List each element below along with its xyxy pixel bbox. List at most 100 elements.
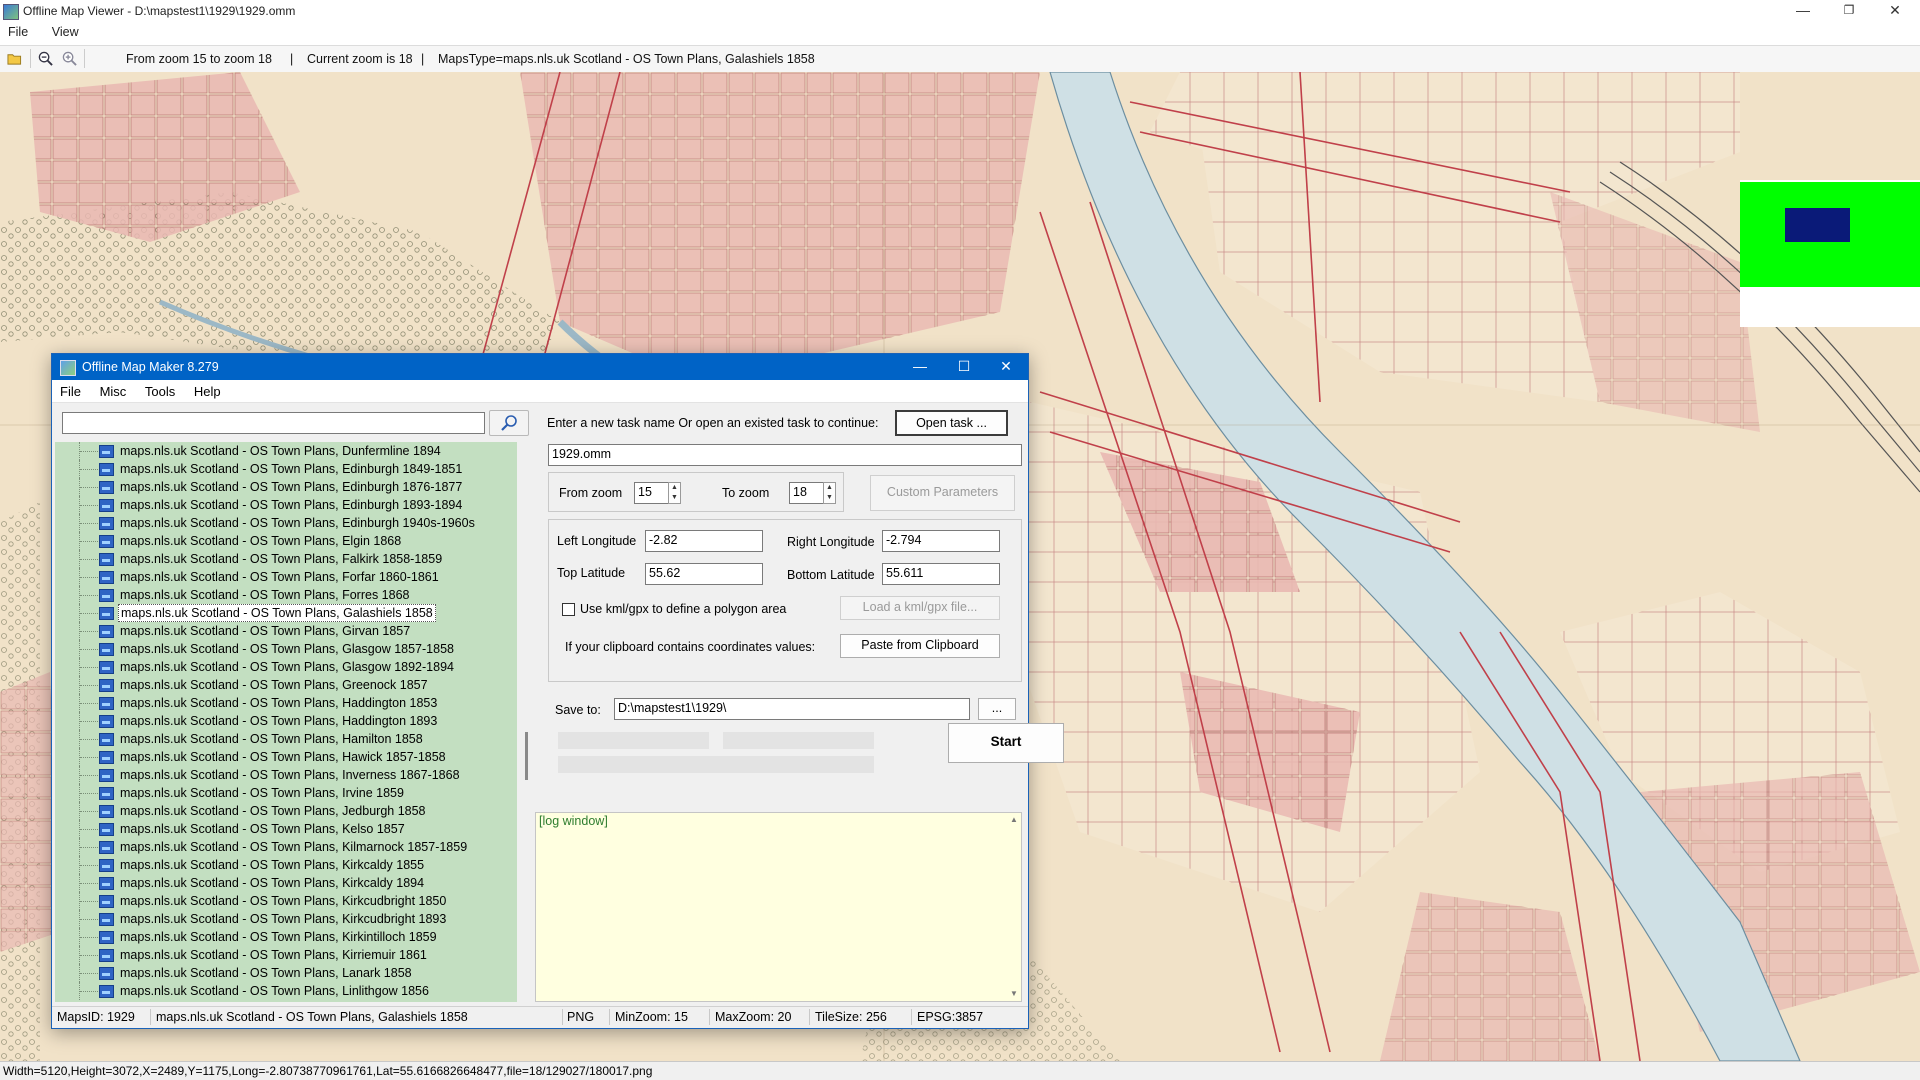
- dialog-title-bar[interactable]: Offline Map Maker 8.279 — ☐ ✕: [52, 354, 1028, 380]
- from-zoom-label: From zoom: [559, 486, 623, 500]
- tree-item[interactable]: maps.nls.uk Scotland - OS Town Plans, Ki…: [55, 838, 517, 856]
- tree-item-label: maps.nls.uk Scotland - OS Town Plans, Ga…: [118, 604, 436, 622]
- tree-item[interactable]: maps.nls.uk Scotland - OS Town Plans, Ha…: [55, 748, 517, 766]
- from-zoom-spinner[interactable]: ▲ ▼: [668, 482, 681, 504]
- tree-item[interactable]: maps.nls.uk Scotland - OS Town Plans, Ed…: [55, 478, 517, 496]
- tree-item[interactable]: maps.nls.uk Scotland - OS Town Plans, La…: [55, 964, 517, 982]
- maps-tree[interactable]: maps.nls.uk Scotland - OS Town Plans, Du…: [55, 442, 517, 1002]
- spin-up-icon[interactable]: ▲: [824, 483, 835, 493]
- scroll-up-icon[interactable]: ▲: [1009, 815, 1019, 825]
- tree-item[interactable]: maps.nls.uk Scotland - OS Town Plans, Fo…: [55, 586, 517, 604]
- tree-item[interactable]: maps.nls.uk Scotland - OS Town Plans, Ha…: [55, 712, 517, 730]
- tree-item[interactable]: maps.nls.uk Scotland - OS Town Plans, Fo…: [55, 568, 517, 586]
- search-button[interactable]: [489, 410, 529, 436]
- save-to-input[interactable]: D:\mapstest1\1929\: [614, 698, 970, 720]
- open-task-button[interactable]: Open task ...: [895, 410, 1008, 436]
- tree-item[interactable]: maps.nls.uk Scotland - OS Town Plans, Gr…: [55, 676, 517, 694]
- map-source-icon: [99, 589, 114, 602]
- tree-item[interactable]: maps.nls.uk Scotland - OS Town Plans, Fa…: [55, 550, 517, 568]
- tree-item[interactable]: maps.nls.uk Scotland - OS Town Plans, Li…: [55, 982, 517, 1000]
- kml-checkbox[interactable]: [562, 603, 575, 616]
- tree-item[interactable]: maps.nls.uk Scotland - OS Town Plans, Ed…: [55, 460, 517, 478]
- tree-item[interactable]: maps.nls.uk Scotland - OS Town Plans, Gi…: [55, 622, 517, 640]
- custom-parameters-button[interactable]: Custom Parameters: [870, 475, 1015, 511]
- spin-down-icon[interactable]: ▼: [824, 493, 835, 503]
- tree-item[interactable]: maps.nls.uk Scotland - OS Town Plans, Du…: [55, 442, 517, 460]
- close-button[interactable]: ✕: [1872, 0, 1918, 22]
- tree-item[interactable]: maps.nls.uk Scotland - OS Town Plans, Ki…: [55, 910, 517, 928]
- dialog-menu-tools[interactable]: Tools: [130, 380, 175, 399]
- map-source-icon: [99, 715, 114, 728]
- tree-item-label: maps.nls.uk Scotland - OS Town Plans, Ki…: [120, 876, 425, 890]
- menu-view[interactable]: View: [32, 22, 79, 39]
- left-longitude-input[interactable]: -2.82: [645, 530, 763, 552]
- tree-item-label: maps.nls.uk Scotland - OS Town Plans, Ha…: [120, 750, 446, 764]
- zoom-out-icon[interactable]: [38, 51, 53, 66]
- browse-button[interactable]: ...: [978, 698, 1016, 720]
- tree-item[interactable]: maps.nls.uk Scotland - OS Town Plans, Ed…: [55, 514, 517, 532]
- maps-search-input[interactable]: [62, 412, 485, 434]
- tree-item[interactable]: maps.nls.uk Scotland - OS Town Plans, Ga…: [55, 604, 517, 622]
- dialog-minimize-button[interactable]: —: [898, 354, 942, 380]
- tree-item[interactable]: maps.nls.uk Scotland - OS Town Plans, Ki…: [55, 928, 517, 946]
- right-longitude-input[interactable]: -2.794: [882, 530, 1000, 552]
- dialog-menu-misc[interactable]: Misc: [85, 380, 127, 399]
- menu-file[interactable]: File: [0, 22, 28, 39]
- tree-item-label: maps.nls.uk Scotland - OS Town Plans, Ki…: [120, 930, 437, 944]
- tree-scroll-thumb[interactable]: [525, 732, 528, 780]
- tree-scrollbar[interactable]: [522, 442, 532, 1002]
- progress-bar-1: [558, 732, 709, 749]
- to-zoom-spinner[interactable]: ▲ ▼: [823, 482, 836, 504]
- scroll-down-icon[interactable]: ▼: [1009, 989, 1019, 999]
- map-source-icon: [99, 553, 114, 566]
- top-latitude-input[interactable]: 55.62: [645, 563, 763, 585]
- tree-item[interactable]: maps.nls.uk Scotland - OS Town Plans, Ed…: [55, 496, 517, 514]
- spin-down-icon[interactable]: ▼: [669, 493, 680, 503]
- load-kml-button[interactable]: Load a kml/gpx file...: [840, 596, 1000, 620]
- log-scrollbar[interactable]: ▲ ▼: [1007, 813, 1021, 1001]
- dialog-menu-help[interactable]: Help: [179, 380, 221, 399]
- tree-item-label: maps.nls.uk Scotland - OS Town Plans, Ki…: [120, 894, 447, 908]
- tree-item[interactable]: maps.nls.uk Scotland - OS Town Plans, Ha…: [55, 694, 517, 712]
- tree-item[interactable]: maps.nls.uk Scotland - OS Town Plans, Je…: [55, 802, 517, 820]
- map-source-icon: [99, 697, 114, 710]
- tree-item[interactable]: maps.nls.uk Scotland - OS Town Plans, Ki…: [55, 946, 517, 964]
- tree-item-label: maps.nls.uk Scotland - OS Town Plans, Ki…: [120, 912, 447, 926]
- bottom-latitude-input[interactable]: 55.611: [882, 563, 1000, 585]
- tree-item[interactable]: maps.nls.uk Scotland - OS Town Plans, Ki…: [55, 856, 517, 874]
- status-tile-size: TileSize: 256: [815, 1010, 887, 1024]
- open-folder-icon[interactable]: [7, 51, 22, 66]
- maps-type-text: MapsType=maps.nls.uk Scotland - OS Town …: [438, 52, 815, 66]
- overview-viewport-indicator[interactable]: [1785, 208, 1850, 242]
- map-source-icon: [99, 895, 114, 908]
- dialog-title: Offline Map Maker 8.279: [82, 360, 219, 374]
- outer-title-bar: Offline Map Viewer - D:\mapstest1\1929\1…: [0, 0, 1920, 22]
- log-window[interactable]: [log window] ▲ ▼: [535, 812, 1022, 1002]
- dialog-close-button[interactable]: ✕: [984, 354, 1028, 380]
- tree-item[interactable]: maps.nls.uk Scotland - OS Town Plans, El…: [55, 532, 517, 550]
- tree-item[interactable]: maps.nls.uk Scotland - OS Town Plans, Ki…: [55, 874, 517, 892]
- map-source-icon: [99, 481, 114, 494]
- minimize-button[interactable]: —: [1780, 0, 1826, 22]
- dialog-maximize-button[interactable]: ☐: [942, 354, 986, 380]
- tree-item[interactable]: maps.nls.uk Scotland - OS Town Plans, Ke…: [55, 820, 517, 838]
- tree-item[interactable]: maps.nls.uk Scotland - OS Town Plans, Ki…: [55, 892, 517, 910]
- tree-item[interactable]: maps.nls.uk Scotland - OS Town Plans, In…: [55, 766, 517, 784]
- tree-item[interactable]: maps.nls.uk Scotland - OS Town Plans, Ha…: [55, 730, 517, 748]
- spin-up-icon[interactable]: ▲: [669, 483, 680, 493]
- dialog-menu-file[interactable]: File: [52, 380, 81, 399]
- tree-item[interactable]: maps.nls.uk Scotland - OS Town Plans, Gl…: [55, 640, 517, 658]
- overview-minimap[interactable]: [1740, 180, 1920, 327]
- tree-item[interactable]: maps.nls.uk Scotland - OS Town Plans, Gl…: [55, 658, 517, 676]
- task-name-input[interactable]: 1929.omm: [548, 444, 1022, 466]
- maximize-button[interactable]: ❐: [1826, 0, 1872, 22]
- paste-from-clipboard-button[interactable]: Paste from Clipboard: [840, 634, 1000, 658]
- tree-item[interactable]: maps.nls.uk Scotland - OS Town Plans, Ir…: [55, 784, 517, 802]
- start-button[interactable]: Start: [948, 723, 1064, 763]
- zoom-in-icon[interactable]: [62, 51, 77, 66]
- tree-item-label: maps.nls.uk Scotland - OS Town Plans, La…: [120, 966, 412, 980]
- zoom-range-text: From zoom 15 to zoom 18: [126, 52, 272, 66]
- tree-item-label: maps.nls.uk Scotland - OS Town Plans, Li…: [120, 984, 429, 998]
- map-source-icon: [99, 625, 114, 638]
- map-source-icon: [99, 823, 114, 836]
